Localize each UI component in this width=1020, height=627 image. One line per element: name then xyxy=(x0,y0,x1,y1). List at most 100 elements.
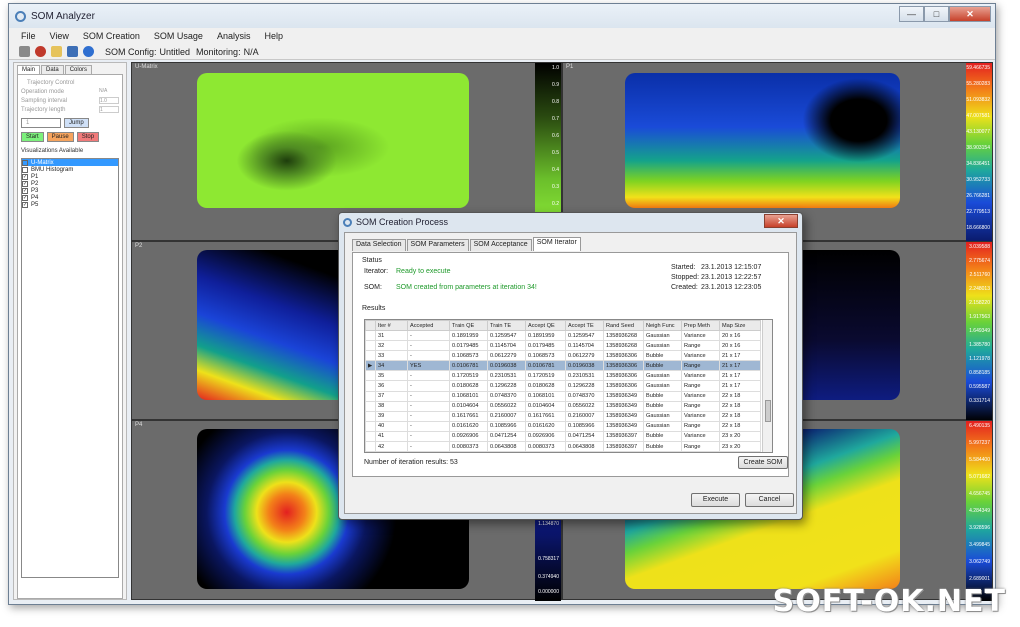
stopped-label: Stopped: xyxy=(671,274,700,281)
list-item[interactable]: BMU Histogram xyxy=(22,166,118,173)
maximize-button[interactable]: □ xyxy=(924,6,949,22)
open-folder-icon[interactable] xyxy=(51,46,62,57)
monitoring-value: N/A xyxy=(243,46,259,57)
table-row[interactable]: 32-0.0179485 0.1145704 0.0179485 0.1145704 1… xyxy=(365,340,761,352)
tab-colors[interactable]: Colors xyxy=(64,65,93,74)
table-cell: 0.1259547 xyxy=(565,329,604,342)
table-cell: 32 xyxy=(375,340,408,352)
dialog-close-button[interactable]: ✕ xyxy=(764,214,798,228)
start-button[interactable]: Start xyxy=(21,132,44,142)
table-cell: 0.1068101 xyxy=(449,390,488,402)
tab-som-acceptance[interactable]: SOM Acceptance xyxy=(469,239,532,251)
table-cell: 0.0106781 xyxy=(449,360,488,372)
column-header[interactable]: Accept QE xyxy=(525,320,566,331)
row-indicator: ▶ xyxy=(365,360,376,372)
tab-main[interactable]: Main xyxy=(17,65,41,74)
table-cell: - xyxy=(407,430,450,443)
tab-som-iterator[interactable]: SOM Iterator xyxy=(532,237,581,251)
iterator-label: Iterator: xyxy=(364,268,389,275)
visualizations-title: Visualizations Available xyxy=(21,147,84,154)
column-header[interactable]: Map Size xyxy=(719,320,761,331)
minimize-button[interactable]: — xyxy=(899,6,924,22)
table-row[interactable]: 37-0.1068101 0.0748370 0.1068101 0.0748370 1… xyxy=(365,390,761,402)
column-header[interactable]: Accepted xyxy=(407,320,450,331)
column-header[interactable]: Prep Meth xyxy=(681,320,720,331)
execute-button[interactable]: Execute xyxy=(691,493,740,507)
table-row[interactable]: 42-0.0080373 0.0643808 0.0080373 0.0643808 1… xyxy=(365,441,761,452)
table-cell: 22 x 18 xyxy=(719,410,761,422)
scale-label: 3.062749 xyxy=(969,559,990,565)
list-item[interactable]: U-Matrix xyxy=(22,159,118,166)
checkbox[interactable] xyxy=(22,166,28,173)
column-header[interactable]: Iter # xyxy=(375,320,408,331)
scale-label: 1.121978 xyxy=(969,356,990,362)
table-row[interactable]: 43-0.14921730.36187250.14921730.36187251… xyxy=(365,451,761,452)
list-item[interactable]: ✓ P1 xyxy=(22,173,118,180)
sampling-interval-input[interactable]: 1.0 xyxy=(99,97,119,104)
table-row[interactable]: 35-0.1720519 0.2310531 0.1720519 0.2310531 1… xyxy=(365,370,761,382)
menu-analysis[interactable]: Analysis xyxy=(217,31,251,41)
checkbox[interactable]: ✓ xyxy=(22,194,28,201)
column-header[interactable]: Neigh Func xyxy=(643,320,682,331)
menu-som-creation[interactable]: SOM Creation xyxy=(83,31,140,41)
column-header[interactable]: Train TE xyxy=(487,320,526,331)
table-row[interactable]: 31-0.1891959 0.1259547 0.1891959 0.1259547 1… xyxy=(365,329,761,342)
tab-data[interactable]: Data xyxy=(41,65,64,74)
table-cell: 0.0104604 xyxy=(449,400,488,412)
list-item[interactable]: ✓ P3 xyxy=(22,187,118,194)
trajectory-length-input[interactable]: 1 xyxy=(99,106,119,113)
checkbox[interactable]: ✓ xyxy=(22,180,28,187)
results-scrollbar[interactable] xyxy=(762,320,772,452)
scale-label: 0.9 xyxy=(552,82,559,88)
table-row[interactable]: 38-0.0104604 0.0556022 0.0104604 0.0556022 1… xyxy=(365,400,761,412)
table-row[interactable]: 40-0.0161620 0.1085966 0.0161620 0.1085966 1… xyxy=(365,420,761,432)
menu-file[interactable]: File xyxy=(21,31,36,41)
help-icon[interactable] xyxy=(83,46,94,57)
table-row[interactable]: 33-0.1068573 0.0612279 0.1068573 0.0612279 1… xyxy=(365,350,761,362)
scale-label: 30.952733 xyxy=(966,177,990,183)
table-cell: Range xyxy=(681,400,720,412)
scale-label: 2.775674 xyxy=(969,258,990,264)
close-button[interactable]: ✕ xyxy=(949,6,991,22)
table-cell: 0.0643808 xyxy=(487,441,526,452)
jump-input[interactable]: 1 xyxy=(21,118,61,128)
bug-icon[interactable] xyxy=(35,46,46,57)
results-table[interactable]: Iter # Accepted Train QE Train TE Accept QE A… xyxy=(364,319,773,453)
table-row[interactable]: 41-0.0926906 0.0471254 0.0926906 0.0471254 1… xyxy=(365,430,761,443)
menu-help[interactable]: Help xyxy=(264,31,283,41)
table-row[interactable]: 39-0.1617661 0.2160007 0.1617661 0.2160007 1… xyxy=(365,410,761,422)
checkbox[interactable] xyxy=(22,159,28,166)
create-som-button[interactable]: Create SOM xyxy=(738,456,788,469)
tab-data-selection[interactable]: Data Selection xyxy=(352,239,406,251)
checkbox[interactable]: ✓ xyxy=(22,201,28,208)
row-indicator xyxy=(365,370,376,382)
save-icon[interactable] xyxy=(67,46,78,57)
list-item[interactable]: ✓ P2 xyxy=(22,180,118,187)
table-cell: 21 x 17 xyxy=(719,350,761,362)
cancel-button[interactable]: Cancel xyxy=(745,493,794,507)
scrollbar-thumb[interactable] xyxy=(765,400,771,422)
jump-button[interactable]: Jump xyxy=(64,118,89,128)
list-item-label: P2 xyxy=(31,180,39,187)
column-header[interactable]: Train QE xyxy=(449,320,488,331)
list-item[interactable]: ✓ P5 xyxy=(22,201,118,208)
pause-button[interactable]: Pause xyxy=(46,132,74,142)
menu-view[interactable]: View xyxy=(50,31,69,41)
list-item[interactable]: ✓ P4 xyxy=(22,194,118,201)
stop-button[interactable]: Stop xyxy=(76,132,100,142)
table-row[interactable]: 36-0.0180628 0.1296228 0.0180628 0.1296228 1… xyxy=(365,380,761,392)
scale-label: 0.758317 xyxy=(538,556,559,562)
menu-bar: File View SOM Creation SOM Usage Analysi… xyxy=(9,28,995,44)
column-header[interactable]: Rand Seed xyxy=(603,320,644,331)
row-label: Sampling interval xyxy=(21,97,68,104)
table-row[interactable]: ▶ 34 YES 0.0106781 0.0196038 0.0106781 0.01960… xyxy=(365,360,761,372)
tab-som-parameters[interactable]: SOM Parameters xyxy=(406,239,469,251)
scale-label: 1.917563 xyxy=(969,314,990,320)
checkbox[interactable]: ✓ xyxy=(22,173,28,180)
settings-icon[interactable] xyxy=(19,46,30,57)
checkbox[interactable]: ✓ xyxy=(22,187,28,194)
table-cell: 21 x 17 xyxy=(719,370,761,382)
column-header[interactable]: Accept TE xyxy=(565,320,604,331)
table-cell: 0.0612279 xyxy=(487,350,526,362)
menu-som-usage[interactable]: SOM Usage xyxy=(154,31,203,41)
